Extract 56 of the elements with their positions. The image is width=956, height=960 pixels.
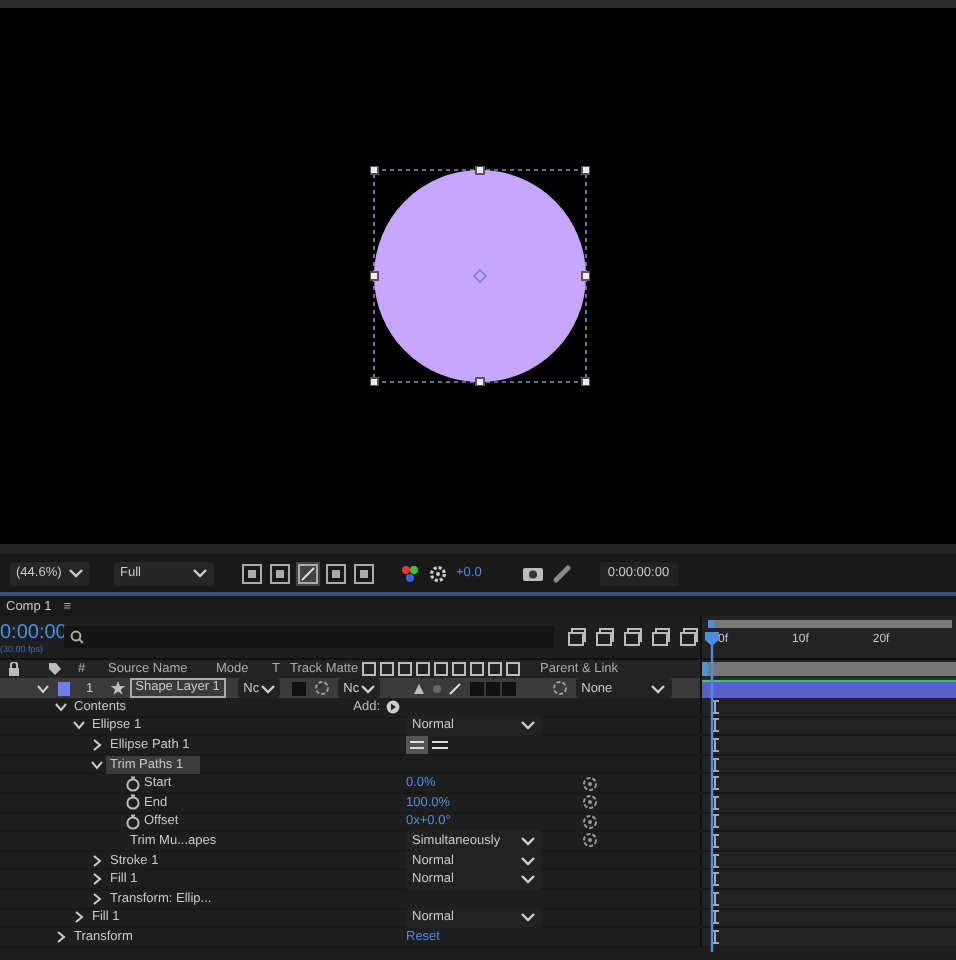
keyframe-marker-icon: [710, 718, 720, 733]
caret-icon: [68, 566, 84, 580]
keyframe-marker-icon: [710, 757, 720, 772]
chevron-down-icon[interactable]: [54, 699, 68, 714]
pickwhip-icon[interactable]: [313, 680, 330, 696]
lock-icon[interactable]: [8, 662, 20, 676]
search-field[interactable]: [64, 626, 554, 648]
gear-icon[interactable]: [428, 563, 448, 583]
add-menu-icon[interactable]: [386, 699, 400, 714]
pickwhip-icon[interactable]: [582, 813, 598, 830]
path-direction-icon[interactable]: [406, 735, 450, 754]
switch-checkbox[interactable]: [485, 681, 500, 695]
chevron-right-icon[interactable]: [90, 891, 104, 906]
caret-icon: [520, 718, 536, 733]
switch-checkbox[interactable]: [469, 681, 484, 695]
chevron-down-icon[interactable]: [90, 757, 104, 772]
keyframe-marker-icon: [710, 814, 720, 829]
keyframe-marker-icon: [710, 891, 720, 906]
stopwatch-icon[interactable]: [126, 813, 140, 830]
label-color-swatch[interactable]: [58, 681, 70, 695]
keyframe-marker-icon: [710, 872, 720, 887]
caret-icon: [192, 566, 208, 580]
mask-icon[interactable]: [296, 561, 320, 585]
pickwhip-icon[interactable]: [551, 680, 568, 696]
caret-icon: [520, 910, 536, 925]
chevron-down-icon[interactable]: [36, 681, 50, 695]
keyframe-marker-icon: [710, 737, 720, 752]
chevron-right-icon[interactable]: [90, 737, 104, 752]
camera-icon[interactable]: [521, 564, 544, 582]
caret-icon: [649, 681, 666, 695]
keyframe-marker-icon: [710, 833, 720, 848]
pickwhip-icon[interactable]: [582, 794, 598, 811]
chevron-right-icon[interactable]: [90, 853, 104, 868]
switch-checkbox[interactable]: [501, 681, 516, 695]
chevron-right-icon[interactable]: [54, 929, 68, 944]
pickwhip-icon[interactable]: [582, 832, 598, 849]
star-icon: [109, 680, 126, 696]
keyframe-marker-icon: [710, 795, 720, 810]
quality-icon[interactable]: [447, 681, 462, 695]
keyframe-marker-icon: [710, 929, 720, 944]
keyframe-marker-icon: [710, 699, 720, 714]
checkbox[interactable]: [291, 681, 306, 695]
chevron-down-icon[interactable]: [72, 718, 86, 733]
chevron-right-icon[interactable]: [72, 910, 86, 925]
caret-icon: [259, 681, 276, 695]
keyframe-marker-icon: [710, 776, 720, 791]
chevron-right-icon[interactable]: [90, 872, 104, 887]
stopwatch-icon[interactable]: [126, 775, 140, 792]
search-icon: [70, 629, 88, 645]
pickwhip-icon[interactable]: [582, 775, 598, 792]
stopwatch-icon[interactable]: [126, 794, 140, 811]
playhead-icon[interactable]: [704, 632, 720, 952]
keyframe-marker-icon: [710, 910, 720, 925]
color-channels-icon[interactable]: [400, 563, 420, 583]
keyframe-marker-icon: [710, 853, 720, 868]
caret-icon: [359, 681, 376, 695]
